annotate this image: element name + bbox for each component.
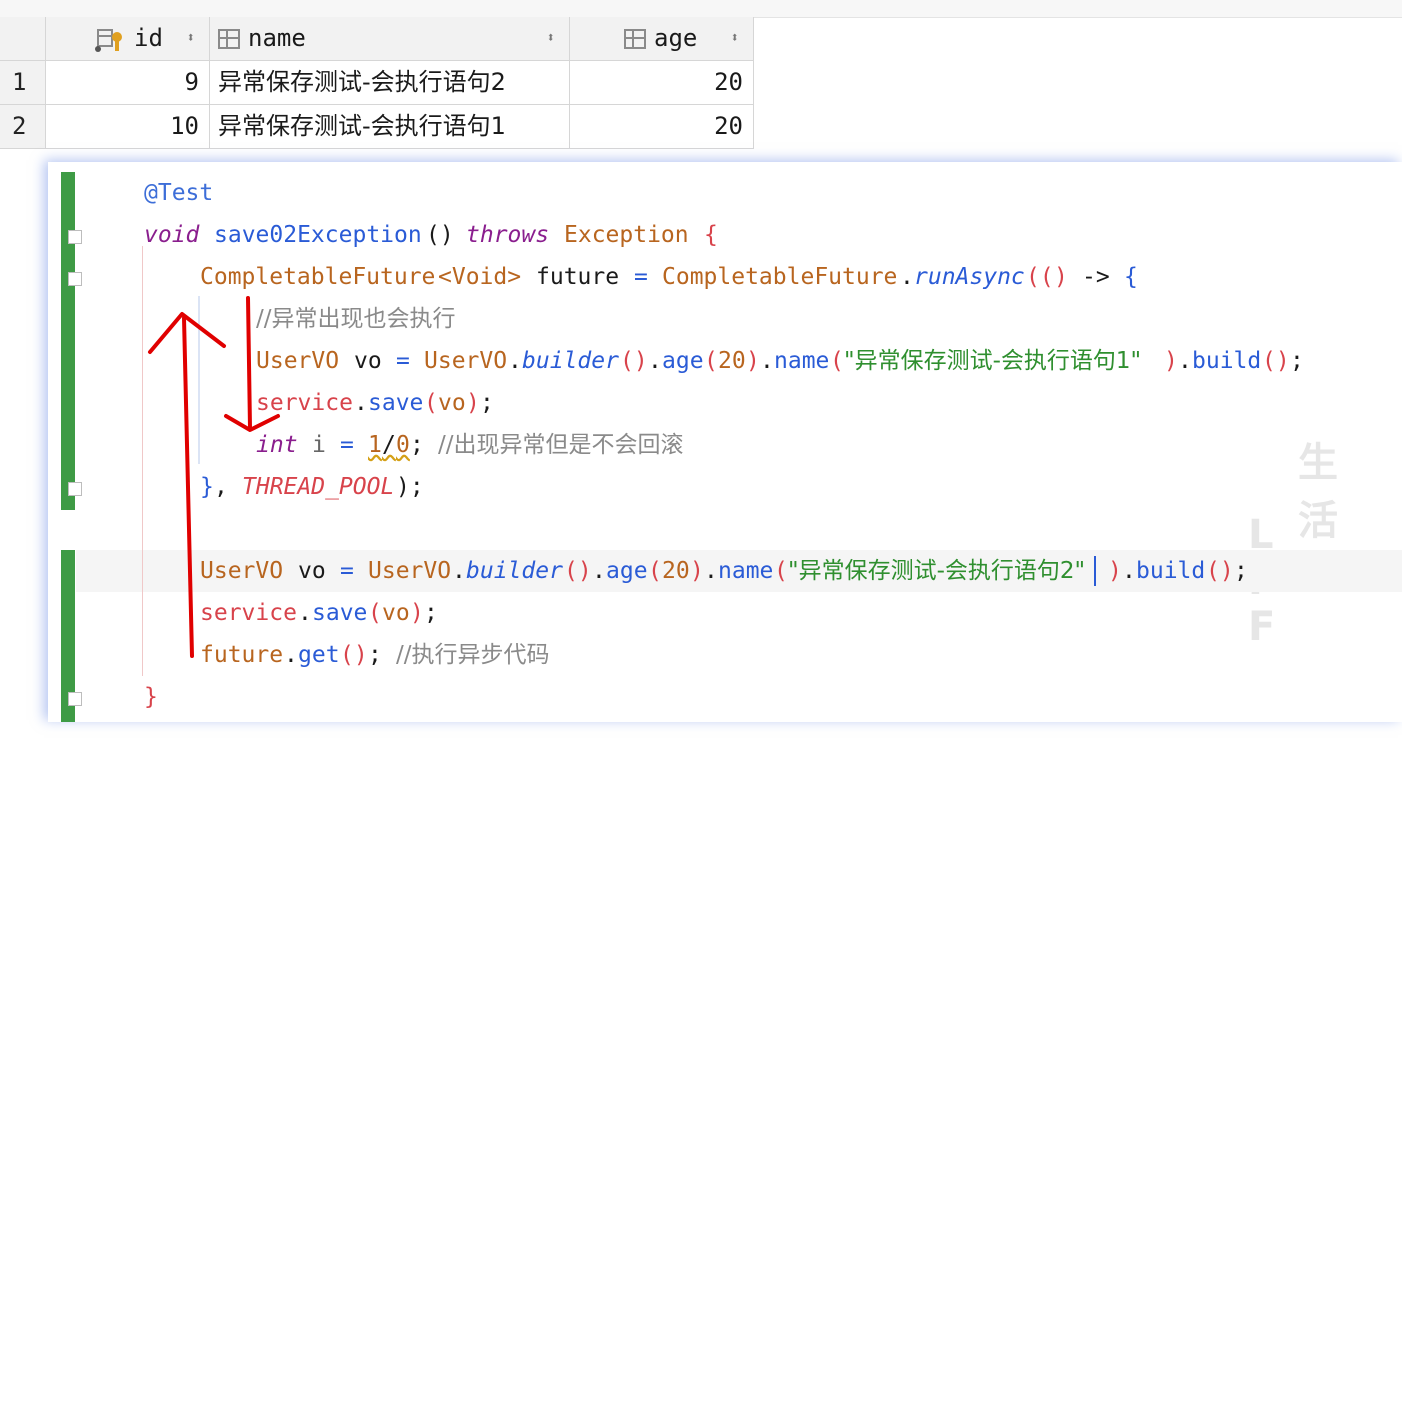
code-line[interactable]: service . save ( vo ) ; <box>48 382 1402 424</box>
text-cursor <box>1094 556 1096 586</box>
code-line[interactable]: service . save ( vo ) ; <box>48 592 1402 634</box>
row-divider <box>0 148 754 149</box>
column-header-id[interactable]: id ⬍ <box>46 17 210 60</box>
column-header-name[interactable]: name ⬍ <box>210 17 570 60</box>
sort-icon[interactable]: ⬍ <box>547 17 555 60</box>
row-number-header <box>0 17 46 60</box>
cell-name[interactable]: 异常保存测试-会执行语句2 <box>210 61 570 104</box>
column-label-name: name <box>248 24 306 52</box>
sort-icon[interactable]: ⬍ <box>731 17 739 60</box>
cell-name[interactable]: 异常保存测试-会执行语句1 <box>210 105 570 148</box>
code-line[interactable]: void save02Exception () throws Exception… <box>48 214 1402 256</box>
column-icon <box>218 29 240 49</box>
cell-id[interactable]: 10 <box>46 105 210 148</box>
sort-icon[interactable]: ⬍ <box>187 17 195 60</box>
code-line[interactable]: UserVO vo = UserVO . builder () . age ( … <box>48 550 1402 592</box>
code-line[interactable]: } , THREAD_POOL ); <box>48 466 1402 508</box>
row-number[interactable]: 2 <box>0 105 46 148</box>
cell-age[interactable]: 20 <box>570 105 754 148</box>
cell-age[interactable]: 20 <box>570 61 754 104</box>
code-line[interactable]: //异常出现也会执行 <box>48 298 1402 340</box>
cell-id[interactable]: 9 <box>46 61 210 104</box>
row-number[interactable]: 1 <box>0 61 46 104</box>
column-header-age[interactable]: age ⬍ <box>570 17 754 60</box>
column-icon <box>624 29 646 49</box>
grid-toolbar <box>0 0 1402 18</box>
code-editor[interactable]: 生 活 L I F @Test void save02Exception () … <box>48 162 1402 722</box>
query-result-grid: id ⬍ name ⬍ age ⬍ 1 9 异常保存测试-会执行语句2 20 2… <box>0 0 1402 150</box>
code-line[interactable]: future . get () ; //执行异步代码 <box>48 634 1402 676</box>
column-label-id: id <box>134 24 163 52</box>
code-line[interactable]: CompletableFuture <Void> future = Comple… <box>48 256 1402 298</box>
code-line[interactable]: UserVO vo = UserVO . builder () . age ( … <box>48 340 1402 382</box>
code-line[interactable]: @Test <box>48 172 1402 214</box>
primary-key-icon <box>95 29 122 52</box>
column-label-age: age <box>654 24 698 52</box>
code-line[interactable]: int i = 1 / 0 ; //出现异常但是不会回滚 <box>48 424 1402 466</box>
